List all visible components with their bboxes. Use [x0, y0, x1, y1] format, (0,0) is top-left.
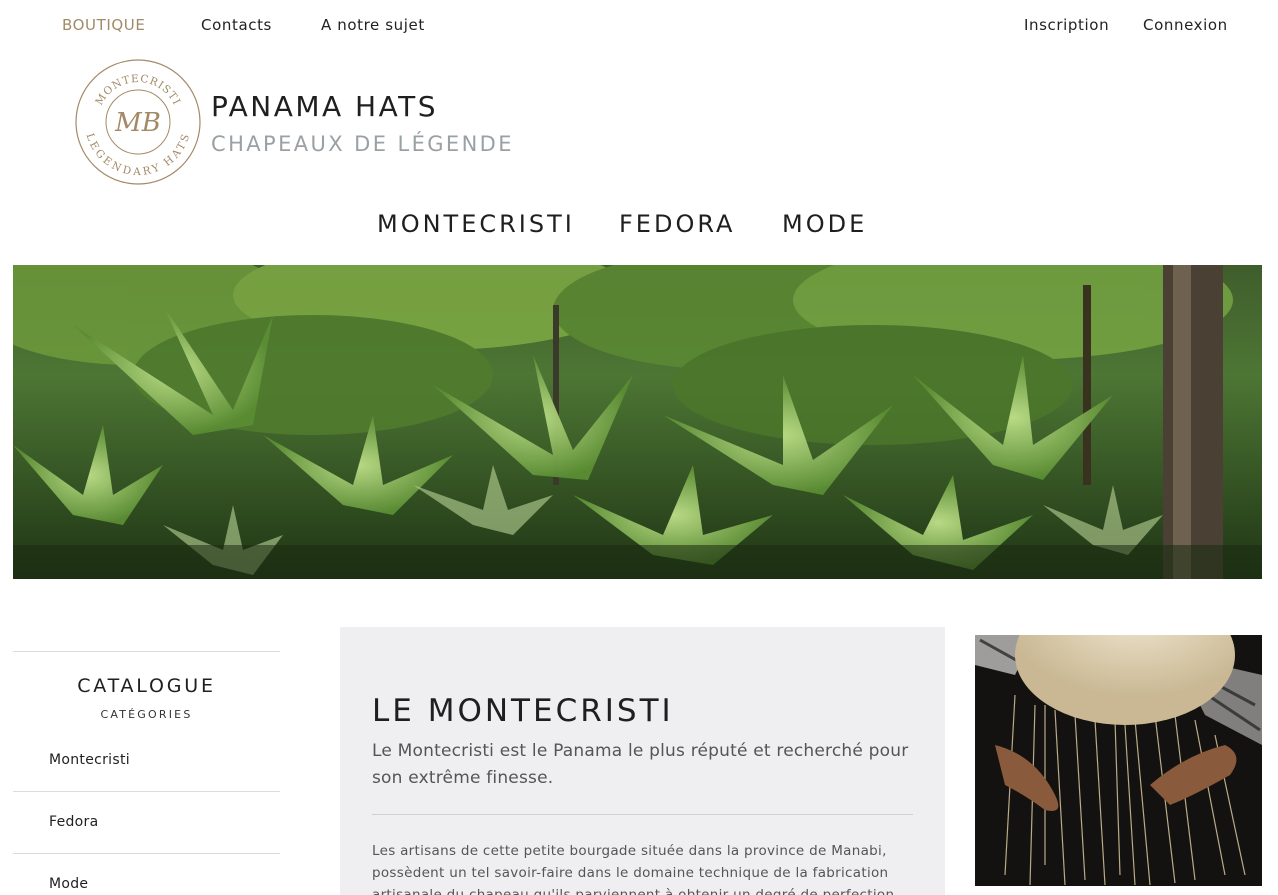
- category-fedora-link[interactable]: FEDORA: [619, 210, 735, 238]
- nav-signup-link[interactable]: Inscription: [1024, 16, 1109, 34]
- hero-jungle-image: [13, 265, 1262, 579]
- article-body: Les artisans de cette petite bourgade si…: [372, 843, 895, 895]
- brand-title[interactable]: PANAMA HATS: [211, 90, 438, 123]
- hat-weaving-photo: [975, 635, 1262, 886]
- sidebar-title: CATALOGUE: [77, 675, 216, 697]
- sidebar-divider: [13, 853, 280, 854]
- sidebar-divider: [13, 651, 280, 652]
- nav-contacts-link[interactable]: Contacts: [201, 16, 272, 34]
- sidebar-subtitle: CATÉGORIES: [100, 708, 193, 721]
- article-panel: LE MONTECRISTI Le Montecristi est le Pan…: [340, 627, 945, 895]
- nav-login-link[interactable]: Connexion: [1143, 16, 1228, 34]
- sidebar-item-montecristi[interactable]: Montecristi: [49, 752, 130, 768]
- nav-about-link[interactable]: A notre sujet: [321, 16, 425, 34]
- catalogue-sidebar: CATALOGUE CATÉGORIES Montecristi Fedora …: [13, 651, 280, 892]
- sidebar-item-mode[interactable]: Mode: [49, 876, 88, 892]
- article-divider: [372, 814, 913, 815]
- category-montecristi-link[interactable]: MONTECRISTI: [377, 210, 575, 238]
- logo-seal-icon: MONTECRISTI LEGENDARY HATS MB: [75, 59, 201, 185]
- brand-subtitle: CHAPEAUX DE LÉGENDE: [211, 132, 514, 156]
- sidebar-item-fedora[interactable]: Fedora: [49, 814, 99, 830]
- nav-boutique-link[interactable]: BOUTIQUE: [62, 16, 145, 34]
- sidebar-divider: [13, 791, 280, 792]
- category-mode-link[interactable]: MODE: [782, 210, 867, 238]
- top-navigation: BOUTIQUE Contacts A notre sujet Inscript…: [0, 0, 1278, 52]
- brand-logo[interactable]: MONTECRISTI LEGENDARY HATS MB: [74, 58, 202, 186]
- article-title: LE MONTECRISTI: [372, 693, 674, 729]
- logo-monogram: MB: [114, 108, 161, 138]
- article-lead: Le Montecristi est le Panama le plus rép…: [372, 741, 909, 788]
